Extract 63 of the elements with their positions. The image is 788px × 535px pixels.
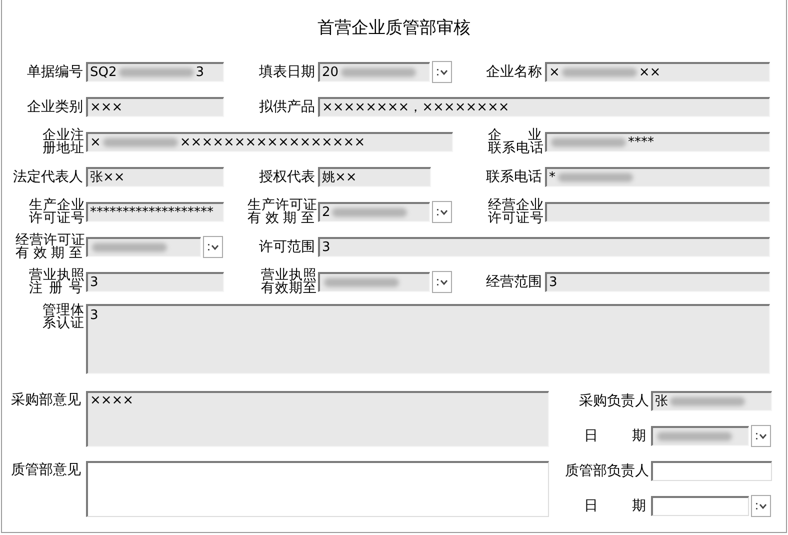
field-label: 营业执照 注册号 — [28, 269, 86, 295]
input-field[interactable]: SQ2 3 — [86, 62, 224, 82]
field-label: 采购负责人 — [578, 392, 650, 410]
field-label: 填表日期 — [258, 63, 316, 81]
input-field[interactable]: 3 — [318, 237, 770, 257]
input-field[interactable]: ××××××××，×××××××× — [318, 97, 770, 117]
input-field[interactable]: **** — [545, 132, 770, 152]
dropdown-button[interactable] — [751, 425, 771, 447]
dropdown-button[interactable] — [432, 61, 452, 83]
field-label: 管理体 系认证 — [42, 304, 86, 330]
input-field[interactable]: 3 — [86, 304, 770, 374]
field-label: 采购部意见 — [10, 391, 82, 410]
dropdown-icon — [754, 502, 768, 510]
field-label: 生产许可证 有效期至 — [246, 199, 318, 225]
input-field[interactable]: 3 — [86, 272, 224, 292]
field-label: 许可范围 — [258, 238, 316, 256]
dropdown-icon — [436, 278, 448, 286]
field-label: 经营许可证 有效期至 — [14, 234, 86, 260]
input-field[interactable] — [86, 237, 201, 257]
field-label: 企业注 册地址 — [42, 129, 86, 155]
input-field[interactable]: × ×× — [545, 62, 770, 82]
input-field[interactable]: ××× — [86, 97, 224, 117]
field-label: 经营企业 许可证号 — [487, 199, 545, 225]
input-field[interactable] — [318, 272, 430, 292]
field-label: 经营范围 — [485, 273, 543, 291]
dropdown-icon — [754, 432, 768, 440]
field-label: 法定代表人 — [12, 168, 84, 186]
field-label: 质管部意见 — [10, 461, 82, 480]
input-field[interactable]: * — [545, 167, 770, 187]
input-field[interactable]: 张×× — [86, 167, 224, 187]
field-label: 企业类别 — [26, 98, 84, 116]
input-field[interactable]: × ××××××××××××××××× — [86, 132, 453, 152]
input-field[interactable]: ×××× — [86, 391, 549, 447]
dropdown-button[interactable] — [432, 271, 452, 293]
field-label: 授权代表 — [258, 168, 316, 186]
dropdown-icon — [436, 208, 448, 216]
dropdown-button[interactable] — [203, 236, 223, 258]
field-label: 营业执照 有效期至 — [260, 269, 318, 295]
input-field[interactable] — [651, 426, 749, 446]
dropdown-icon — [206, 242, 220, 252]
input-field[interactable]: 姚×× — [318, 167, 431, 187]
input-field[interactable]: 2 — [318, 202, 430, 222]
input-field[interactable]: ******************* — [86, 202, 224, 222]
field-label: 质管部负责人 — [564, 462, 650, 480]
dropdown-button[interactable] — [751, 495, 771, 517]
input-field[interactable]: 3 — [545, 272, 770, 292]
dropdown-button[interactable] — [432, 201, 452, 223]
input-field[interactable] — [651, 461, 772, 481]
field-label: 日期 — [583, 427, 647, 445]
field-label: 企业名称 — [485, 63, 543, 81]
input-field[interactable]: 张 — [651, 391, 772, 411]
form-title: 首营企业质管部审核 — [316, 17, 472, 40]
input-field[interactable] — [545, 202, 770, 222]
field-label: 生产企业 许可证号 — [28, 199, 86, 225]
field-label: 拟供产品 — [258, 98, 316, 116]
field-label: 联系电话 — [485, 168, 543, 186]
input-field[interactable] — [651, 496, 749, 516]
field-label: 日期 — [583, 497, 647, 515]
dropdown-icon — [436, 68, 448, 76]
field-label: 单据编号 — [26, 63, 84, 81]
field-label: 企 业 联系电话 — [487, 129, 545, 155]
input-field[interactable] — [86, 461, 549, 517]
input-field[interactable]: 20 — [318, 62, 430, 82]
